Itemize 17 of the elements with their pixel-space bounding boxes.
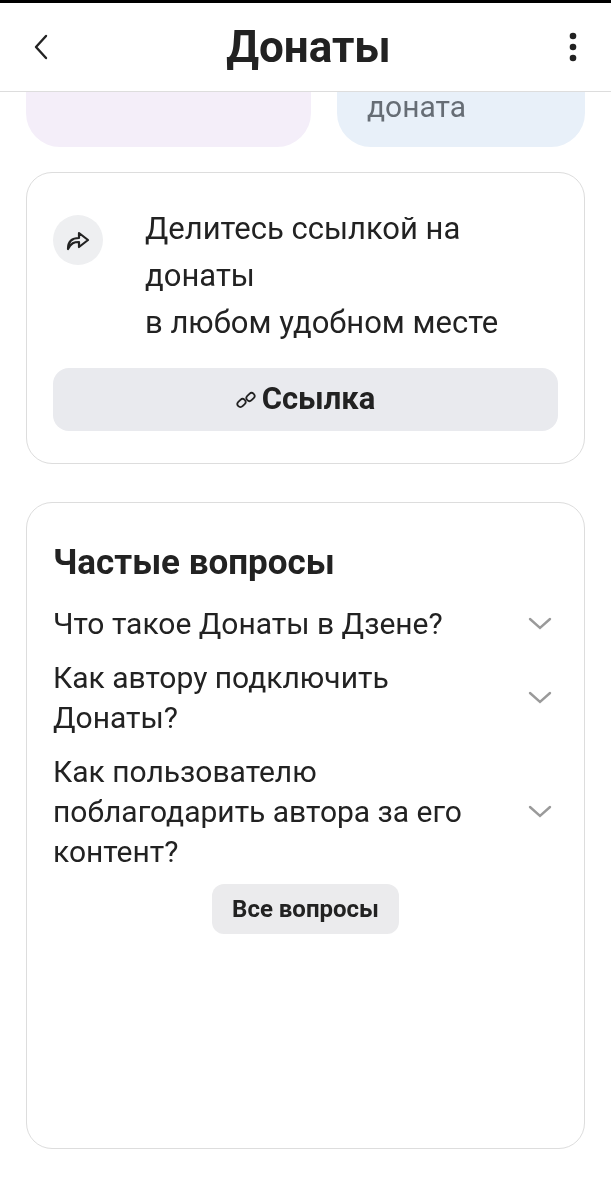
faq-question[interactable]: Что такое Донаты в Дзене? (53, 603, 558, 644)
chevron-icon (528, 690, 552, 705)
link-button[interactable]: Ссылка (53, 368, 558, 431)
all-questions-button[interactable]: Все вопросы (212, 883, 399, 934)
faq-question[interactable]: Как пользователю поблагодарить автора за его контент? (53, 751, 558, 872)
chevron-icon (528, 616, 552, 631)
page-title: Донаты (226, 20, 391, 75)
promo-card[interactable]: доната (337, 92, 585, 147)
more-icon[interactable] (569, 32, 577, 62)
chevron-icon (528, 804, 552, 819)
back-icon[interactable] (34, 34, 48, 60)
link-icon (235, 389, 256, 410)
share-icon (53, 215, 103, 265)
share-description: Делитесь ссылкой на донаты в любом удобном месте (145, 209, 500, 343)
faq-question[interactable]: Как автору подключить Донаты? (53, 657, 558, 738)
faq-title: Частые вопросы (53, 541, 336, 585)
card-text: доната (367, 92, 468, 122)
